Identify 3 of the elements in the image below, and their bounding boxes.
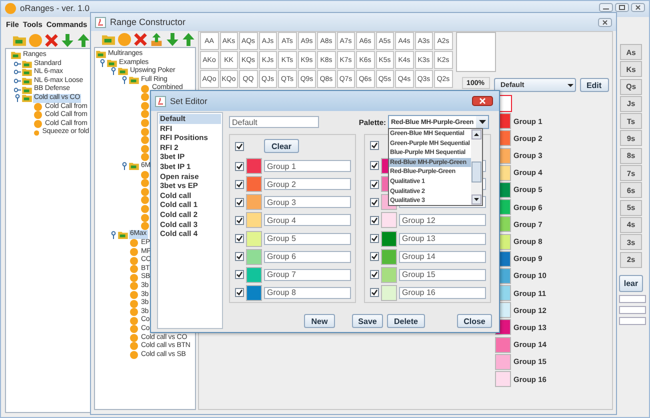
window-title: oRanges - ver. 1.0 [20, 3, 90, 13]
window-title: Range Constructor [110, 17, 186, 27]
window-title: Set Editor [170, 96, 208, 106]
